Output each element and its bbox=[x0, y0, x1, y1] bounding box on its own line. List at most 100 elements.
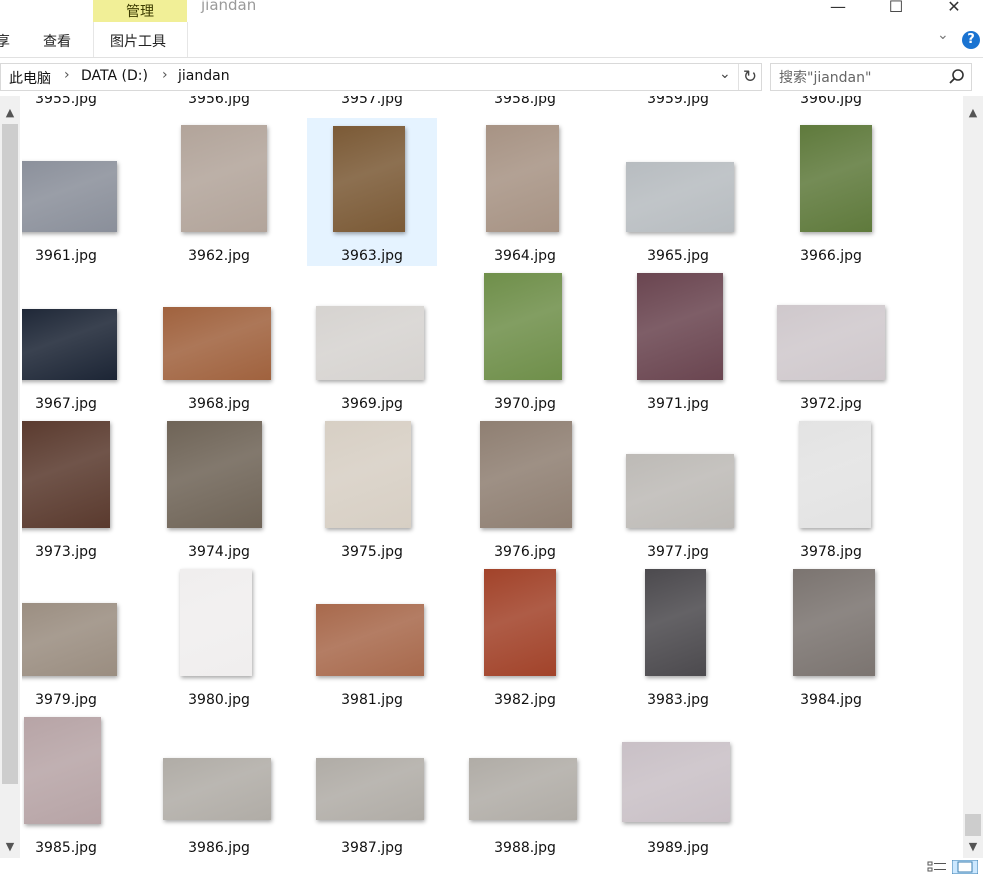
file-name: 3987.jpg bbox=[341, 840, 403, 856]
tab-manage[interactable]: 管理 bbox=[93, 0, 187, 22]
image-thumbnail bbox=[626, 454, 734, 528]
file-item[interactable]: 3961.jpg bbox=[22, 118, 131, 266]
image-thumbnail bbox=[800, 125, 872, 232]
nav-pane-scrollbar[interactable]: ▲ ▼ bbox=[0, 96, 20, 858]
file-item[interactable]: 3981.jpg bbox=[307, 562, 437, 710]
file-item[interactable]: 3974.jpg bbox=[154, 414, 284, 562]
minimize-button[interactable]: — bbox=[818, 0, 858, 17]
scroll-up-arrow-icon[interactable]: ▲ bbox=[963, 104, 983, 122]
file-item[interactable]: 3979.jpg bbox=[22, 562, 131, 710]
search-input[interactable] bbox=[777, 67, 941, 89]
file-item[interactable]: 3973.jpg bbox=[22, 414, 131, 562]
maximize-button[interactable]: ☐ bbox=[876, 0, 916, 17]
file-name: 3972.jpg bbox=[800, 396, 862, 412]
close-button[interactable]: ✕ bbox=[934, 0, 974, 17]
image-thumbnail bbox=[163, 758, 271, 820]
file-item[interactable]: 3982.jpg bbox=[460, 562, 590, 710]
file-name: 3963.jpg bbox=[341, 248, 403, 264]
file-name: 3974.jpg bbox=[188, 544, 250, 560]
image-thumbnail bbox=[325, 421, 411, 528]
file-item[interactable]: 3957.jpg bbox=[307, 96, 437, 109]
file-name: 3979.jpg bbox=[35, 692, 97, 708]
address-bar[interactable]: 此电脑 › DATA (D:) › jiandan ⌄ ↻ bbox=[0, 63, 762, 91]
file-name: 3981.jpg bbox=[341, 692, 403, 708]
ribbon-divider bbox=[187, 22, 188, 57]
help-icon[interactable]: ? bbox=[962, 31, 980, 49]
scrollbar-thumb[interactable] bbox=[965, 814, 981, 836]
file-name: 3980.jpg bbox=[188, 692, 250, 708]
file-name: 3988.jpg bbox=[494, 840, 556, 856]
file-item[interactable]: 3989.jpg bbox=[613, 710, 743, 858]
file-item[interactable]: 3987.jpg bbox=[307, 710, 437, 858]
search-box[interactable] bbox=[770, 63, 972, 91]
image-thumbnail bbox=[777, 305, 885, 380]
large-icons-view-icon[interactable] bbox=[952, 860, 978, 874]
search-icon[interactable] bbox=[948, 68, 966, 86]
chevron-right-icon[interactable]: › bbox=[162, 67, 168, 83]
file-item[interactable]: 3958.jpg bbox=[460, 96, 590, 109]
image-thumbnail bbox=[480, 421, 572, 528]
file-item[interactable]: 3965.jpg bbox=[613, 118, 743, 266]
file-name: 3968.jpg bbox=[188, 396, 250, 412]
file-name: 3986.jpg bbox=[188, 840, 250, 856]
file-item[interactable]: 3988.jpg bbox=[460, 710, 590, 858]
file-item[interactable]: 3966.jpg bbox=[766, 118, 896, 266]
file-name: 3959.jpg bbox=[647, 96, 709, 107]
file-item[interactable]: 3964.jpg bbox=[460, 118, 590, 266]
scrollbar-thumb[interactable] bbox=[2, 124, 18, 784]
file-item[interactable]: 3986.jpg bbox=[154, 710, 284, 858]
file-item[interactable]: 3960.jpg bbox=[766, 96, 896, 109]
window-title: jiandan bbox=[201, 0, 257, 14]
file-item[interactable]: 3985.jpg bbox=[22, 710, 131, 858]
file-item[interactable]: 3970.jpg bbox=[460, 266, 590, 414]
image-thumbnail bbox=[22, 421, 110, 528]
title-bar: 管理 jiandan — ☐ ✕ bbox=[0, 0, 983, 22]
file-item[interactable]: 3980.jpg bbox=[154, 562, 284, 710]
file-item[interactable]: 3962.jpg bbox=[154, 118, 284, 266]
file-item[interactable]: 3983.jpg bbox=[613, 562, 743, 710]
image-thumbnail bbox=[181, 125, 267, 232]
file-name: 3983.jpg bbox=[647, 692, 709, 708]
file-item[interactable]: 3977.jpg bbox=[613, 414, 743, 562]
breadcrumb-drive[interactable]: DATA (D:) bbox=[81, 68, 148, 84]
scroll-up-arrow-icon[interactable]: ▲ bbox=[0, 104, 20, 122]
file-item[interactable]: 3968.jpg bbox=[154, 266, 284, 414]
file-name: 3955.jpg bbox=[35, 96, 97, 107]
file-item[interactable]: 3955.jpg bbox=[22, 96, 131, 109]
breadcrumb-folder[interactable]: jiandan bbox=[178, 68, 230, 84]
file-item[interactable]: 3975.jpg bbox=[307, 414, 437, 562]
file-grid-scrollbar[interactable]: ▲ ▼ bbox=[963, 96, 983, 858]
file-item[interactable]: 3984.jpg bbox=[766, 562, 896, 710]
scroll-down-arrow-icon[interactable]: ▼ bbox=[0, 838, 20, 856]
tab-view[interactable]: 查看 bbox=[43, 31, 71, 51]
refresh-icon[interactable]: ↻ bbox=[738, 64, 761, 90]
image-thumbnail bbox=[333, 126, 405, 232]
file-item[interactable]: 3971.jpg bbox=[613, 266, 743, 414]
file-item[interactable]: 3963.jpg bbox=[307, 118, 437, 266]
file-item[interactable]: 3976.jpg bbox=[460, 414, 590, 562]
file-item[interactable]: 3956.jpg bbox=[154, 96, 284, 109]
breadcrumb-this-pc[interactable]: 此电脑 bbox=[9, 68, 51, 88]
scroll-down-arrow-icon[interactable]: ▼ bbox=[963, 838, 983, 856]
tab-picture-tools[interactable]: 图片工具 bbox=[110, 31, 166, 51]
image-thumbnail bbox=[469, 758, 577, 820]
file-name: 3973.jpg bbox=[35, 544, 97, 560]
details-view-icon[interactable] bbox=[927, 860, 947, 874]
image-thumbnail bbox=[22, 603, 117, 676]
file-name: 3985.jpg bbox=[35, 840, 97, 856]
image-thumbnail bbox=[316, 306, 424, 380]
file-name: 3966.jpg bbox=[800, 248, 862, 264]
file-item[interactable]: 3978.jpg bbox=[766, 414, 896, 562]
file-item[interactable]: 3967.jpg bbox=[22, 266, 131, 414]
tab-share[interactable]: 享 bbox=[0, 31, 10, 51]
status-bar bbox=[0, 858, 983, 874]
file-item[interactable]: 3972.jpg bbox=[766, 266, 896, 414]
address-dropdown-icon[interactable]: ⌄ bbox=[719, 66, 731, 82]
file-item[interactable]: 3959.jpg bbox=[613, 96, 743, 109]
file-name: 3964.jpg bbox=[494, 248, 556, 264]
file-item[interactable]: 3969.jpg bbox=[307, 266, 437, 414]
file-name: 3956.jpg bbox=[188, 96, 250, 107]
chevron-right-icon[interactable]: › bbox=[64, 67, 70, 83]
ribbon-expand-icon[interactable]: ⌄ bbox=[937, 27, 949, 43]
ribbon: 享 查看 图片工具 ⌄ ? bbox=[0, 22, 983, 58]
